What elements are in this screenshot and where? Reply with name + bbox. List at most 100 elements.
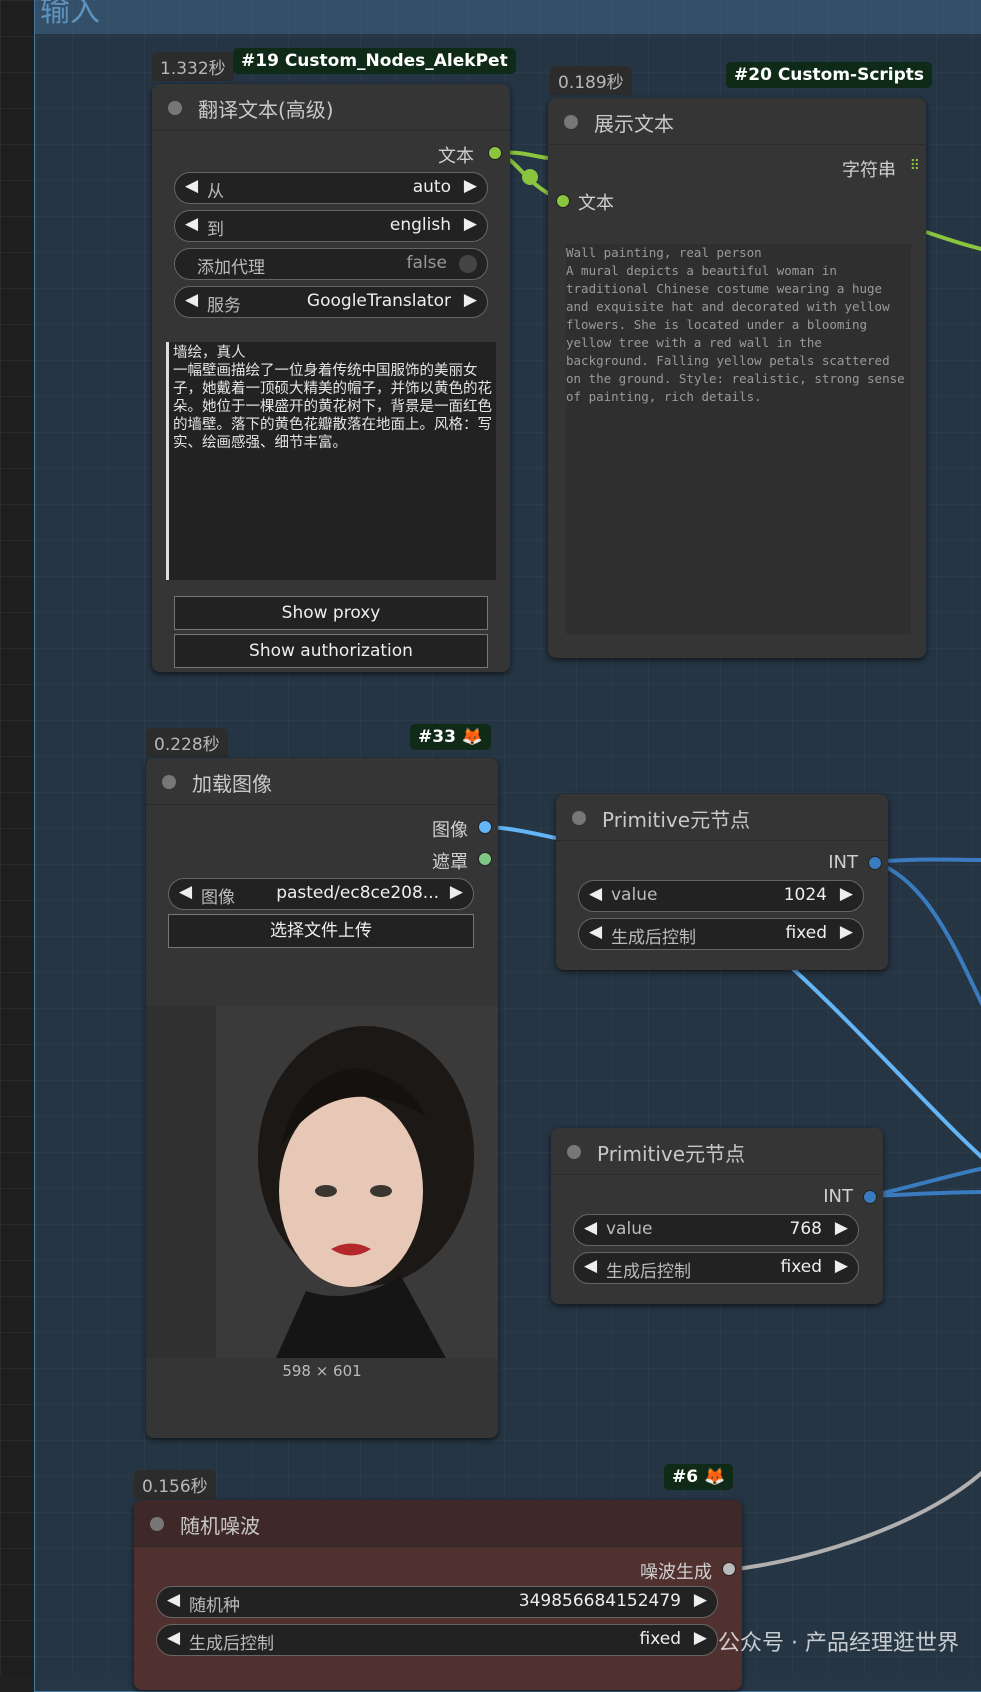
toggle-knob[interactable] (459, 255, 477, 273)
widget-label: 随机种 (189, 1596, 240, 1616)
source-text-input[interactable]: 墙绘，真人 一幅壁画描绘了一位身着传统中国服饰的美丽女子，她戴着一顶硕大精美的帽… (166, 342, 496, 580)
to-combo[interactable]: ◀ 到 english ▶ (174, 210, 488, 242)
node-header[interactable]: 随机噪波 (134, 1500, 742, 1547)
node-header[interactable]: 展示文本 (548, 98, 926, 145)
right-arrow-icon[interactable]: ▶ (464, 290, 477, 310)
value-number-widget[interactable]: ◀ value 1024 ▶ (578, 880, 864, 912)
left-arrow-icon[interactable]: ◀ (179, 882, 192, 902)
right-arrow-icon[interactable]: ▶ (694, 1590, 707, 1610)
node-header[interactable]: 翻译文本(高级) (152, 84, 510, 131)
collapse-dot[interactable] (564, 115, 578, 129)
exec-time-badge: 0.156秒 (134, 1470, 216, 1499)
left-arrow-icon[interactable]: ◀ (584, 1218, 597, 1238)
output-label-text: 文本 (438, 146, 474, 167)
int-link-1b (873, 860, 981, 1007)
output-slot-noise[interactable] (722, 1562, 736, 1576)
right-arrow-icon[interactable]: ▶ (835, 1218, 848, 1238)
input-slot-text[interactable] (556, 194, 570, 208)
widget-label: value (611, 885, 658, 905)
left-arrow-icon[interactable]: ◀ (185, 176, 198, 196)
output-slot-mask[interactable] (478, 852, 492, 866)
widget-label: 从 (207, 182, 224, 202)
proxy-toggle[interactable]: 添加代理 false (174, 248, 488, 280)
portrait-image (216, 1006, 498, 1358)
left-arrow-icon[interactable]: ◀ (589, 922, 602, 942)
string-link-right (925, 230, 981, 252)
left-arrow-icon[interactable]: ◀ (167, 1590, 180, 1610)
collapse-dot[interactable] (567, 1145, 581, 1159)
widget-label: 到 (207, 220, 224, 240)
right-arrow-icon[interactable]: ▶ (835, 1256, 848, 1276)
control-after-generate-combo[interactable]: ◀ 生成后控制 fixed ▶ (573, 1252, 859, 1284)
value-number-widget[interactable]: ◀ value 768 ▶ (573, 1214, 859, 1246)
upload-file-button[interactable]: 选择文件上传 (168, 914, 474, 948)
widget-label: 生成后控制 (606, 1262, 691, 1282)
output-slot-image[interactable] (478, 820, 492, 834)
grid-icon[interactable]: ⠿ (910, 158, 920, 174)
right-arrow-icon[interactable]: ▶ (464, 214, 477, 234)
output-label-int: INT (828, 852, 858, 873)
right-arrow-icon[interactable]: ▶ (450, 882, 463, 902)
right-arrow-icon[interactable]: ▶ (840, 884, 853, 904)
load-image-node[interactable]: 加载图像 图像 遮罩 ◀ 图像 pasted/ec8ce208... ▶ 选择文… (146, 758, 498, 1438)
translate-text-node[interactable]: 翻译文本(高级) 文本 ◀ 从 auto ▶ ◀ 到 english ▶ 添加代… (152, 84, 510, 672)
primitive-node-width[interactable]: Primitive元节点 INT ◀ value 1024 ▶ ◀ 生成后控制 … (556, 794, 888, 970)
show-proxy-button[interactable]: Show proxy (174, 596, 488, 630)
collapse-dot[interactable] (168, 101, 182, 115)
node-header[interactable]: 加载图像 (146, 758, 498, 805)
int-link-1 (873, 857, 981, 864)
right-arrow-icon[interactable]: ▶ (464, 176, 477, 196)
show-text-node[interactable]: 展示文本 字符串 ⠿ 文本 Wall painting, real person… (548, 98, 926, 658)
left-arrow-icon[interactable]: ◀ (167, 1628, 180, 1648)
noise-link (727, 1470, 981, 1572)
widget-label: 生成后控制 (189, 1634, 274, 1654)
control-after-generate-combo[interactable]: ◀ 生成后控制 fixed ▶ (156, 1624, 718, 1656)
widget-value: 349856684152479 (518, 1591, 681, 1611)
widget-label: value (606, 1219, 653, 1239)
node-title: 翻译文本(高级) (198, 98, 334, 122)
output-slot-int[interactable] (868, 856, 882, 870)
node-header[interactable]: Primitive元节点 (551, 1128, 883, 1175)
service-combo[interactable]: ◀ 服务 GoogleTranslator ▶ (174, 286, 488, 318)
from-combo[interactable]: ◀ 从 auto ▶ (174, 172, 488, 204)
collapse-dot[interactable] (572, 811, 586, 825)
widget-value: auto (412, 177, 451, 197)
node-header[interactable]: Primitive元节点 (556, 794, 888, 841)
node-title: Primitive元节点 (602, 808, 751, 832)
collapse-dot[interactable] (150, 1517, 164, 1531)
left-arrow-icon[interactable]: ◀ (584, 1256, 597, 1276)
output-label-string: 字符串 (842, 160, 896, 181)
collapse-dot[interactable] (162, 775, 176, 789)
input-label-text: 文本 (578, 193, 614, 214)
show-authorization-button[interactable]: Show authorization (174, 634, 488, 668)
image-combo[interactable]: ◀ 图像 pasted/ec8ce208... ▶ (168, 878, 474, 910)
exec-time-badge: 0.189秒 (550, 66, 632, 95)
image-preview[interactable] (146, 1006, 498, 1358)
output-label-image: 图像 (432, 820, 468, 841)
widget-label: 添加代理 (197, 258, 265, 278)
output-text-display[interactable]: Wall painting, real person A mural depic… (566, 244, 911, 634)
right-arrow-icon[interactable]: ▶ (694, 1628, 707, 1648)
watermark: 公众号 · 产品经理逛世界 (718, 1631, 959, 1656)
left-arrow-icon[interactable]: ◀ (185, 214, 198, 234)
node-id-badge: #6 🦊 (664, 1464, 734, 1490)
primitive-node-height[interactable]: Primitive元节点 INT ◀ value 768 ▶ ◀ 生成后控制 f… (551, 1128, 883, 1304)
node-id-badge: #20 Custom-Scripts (726, 62, 933, 88)
seed-number-widget[interactable]: ◀ 随机种 349856684152479 ▶ (156, 1586, 718, 1618)
output-slot-int[interactable] (863, 1190, 877, 1204)
exec-time-badge: 1.332秒 (152, 52, 234, 81)
right-arrow-icon[interactable]: ▶ (840, 922, 853, 942)
output-label-mask: 遮罩 (432, 852, 468, 873)
node-id-badge: #33 🦊 (410, 724, 491, 750)
widget-value: english (389, 215, 451, 235)
node-title: 加载图像 (192, 772, 272, 796)
control-after-generate-combo[interactable]: ◀ 生成后控制 fixed ▶ (578, 918, 864, 950)
widget-value: false (406, 253, 447, 273)
left-arrow-icon[interactable]: ◀ (185, 290, 198, 310)
widget-value: pasted/ec8ce208... (276, 883, 439, 903)
random-noise-node[interactable]: 随机噪波 噪波生成 ◀ 随机种 349856684152479 ▶ ◀ 生成后控… (134, 1500, 742, 1690)
widget-value: 1024 (783, 885, 827, 905)
left-arrow-icon[interactable]: ◀ (589, 884, 602, 904)
output-slot-text[interactable] (488, 146, 502, 160)
widget-label: 图像 (201, 888, 235, 908)
